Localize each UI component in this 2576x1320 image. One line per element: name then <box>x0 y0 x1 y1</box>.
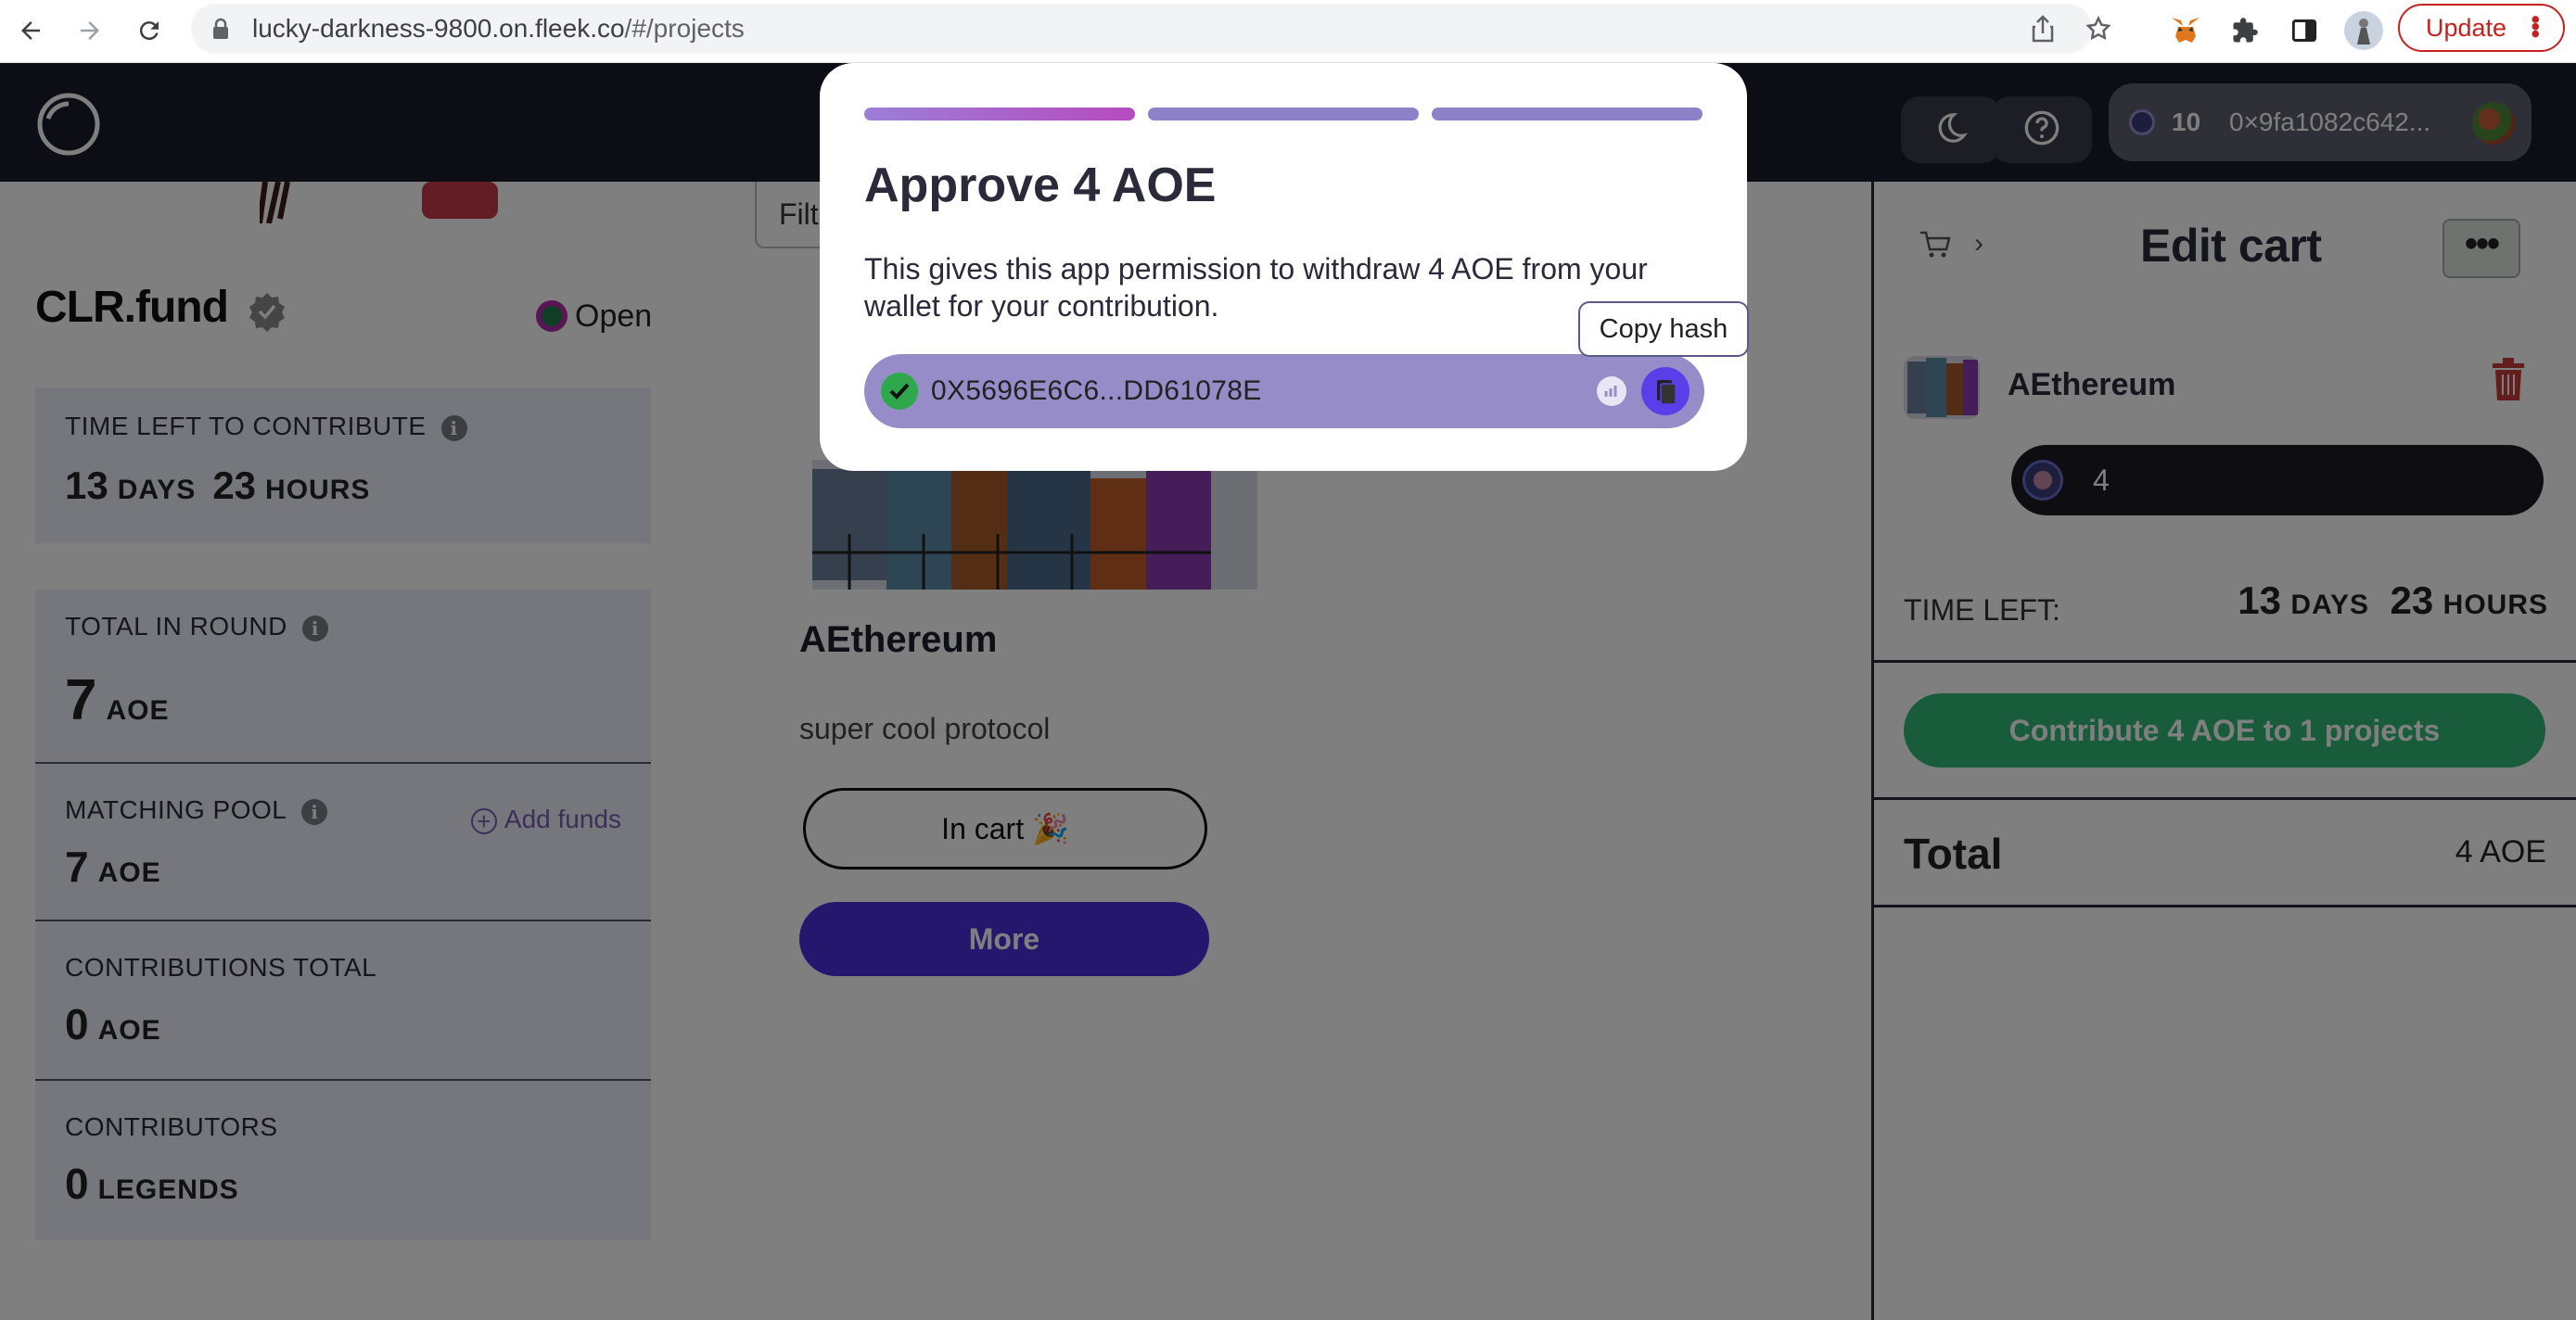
side-panel-icon[interactable] <box>2283 9 2326 52</box>
copy-hash-tooltip: Copy hash <box>1578 301 1749 357</box>
browser-toolbar: lucky-darkness-9800.on.fleek.co/#/projec… <box>0 0 2576 63</box>
transaction-hash-pill: 0X5696E6C6...DD61078E <box>864 354 1704 428</box>
progress-step-2 <box>1148 108 1419 121</box>
back-arrow-icon[interactable] <box>9 9 52 52</box>
copy-icon[interactable] <box>1641 367 1690 415</box>
address-bar[interactable]: lucky-darkness-9800.on.fleek.co/#/projec… <box>191 4 2111 54</box>
progress-step-3 <box>1432 108 1702 121</box>
lock-icon <box>211 18 230 44</box>
bookmark-star-icon[interactable] <box>2083 13 2114 44</box>
block-explorer-icon[interactable] <box>1597 376 1626 406</box>
approve-modal: Approve 4 AOE This gives this app permis… <box>820 63 1747 471</box>
check-circle-icon <box>881 373 918 410</box>
url-text: lucky-darkness-9800.on.fleek.co/#/projec… <box>252 14 745 43</box>
progress-step-1 <box>864 108 1135 121</box>
reload-icon[interactable] <box>128 9 171 52</box>
more-vert-icon: ••• <box>2521 15 2550 37</box>
modal-title: Approve 4 AOE <box>864 159 1217 212</box>
update-button[interactable]: Update ••• <box>2398 4 2565 52</box>
transaction-hash: 0X5696E6C6...DD61078E <box>931 375 1262 406</box>
extensions-puzzle-icon[interactable] <box>2224 9 2266 52</box>
update-label: Update <box>2426 13 2507 42</box>
profile-avatar[interactable] <box>2342 9 2385 52</box>
forward-arrow-icon[interactable] <box>69 9 111 52</box>
metamask-fox-icon[interactable] <box>2164 9 2207 52</box>
share-icon[interactable] <box>2027 13 2059 44</box>
